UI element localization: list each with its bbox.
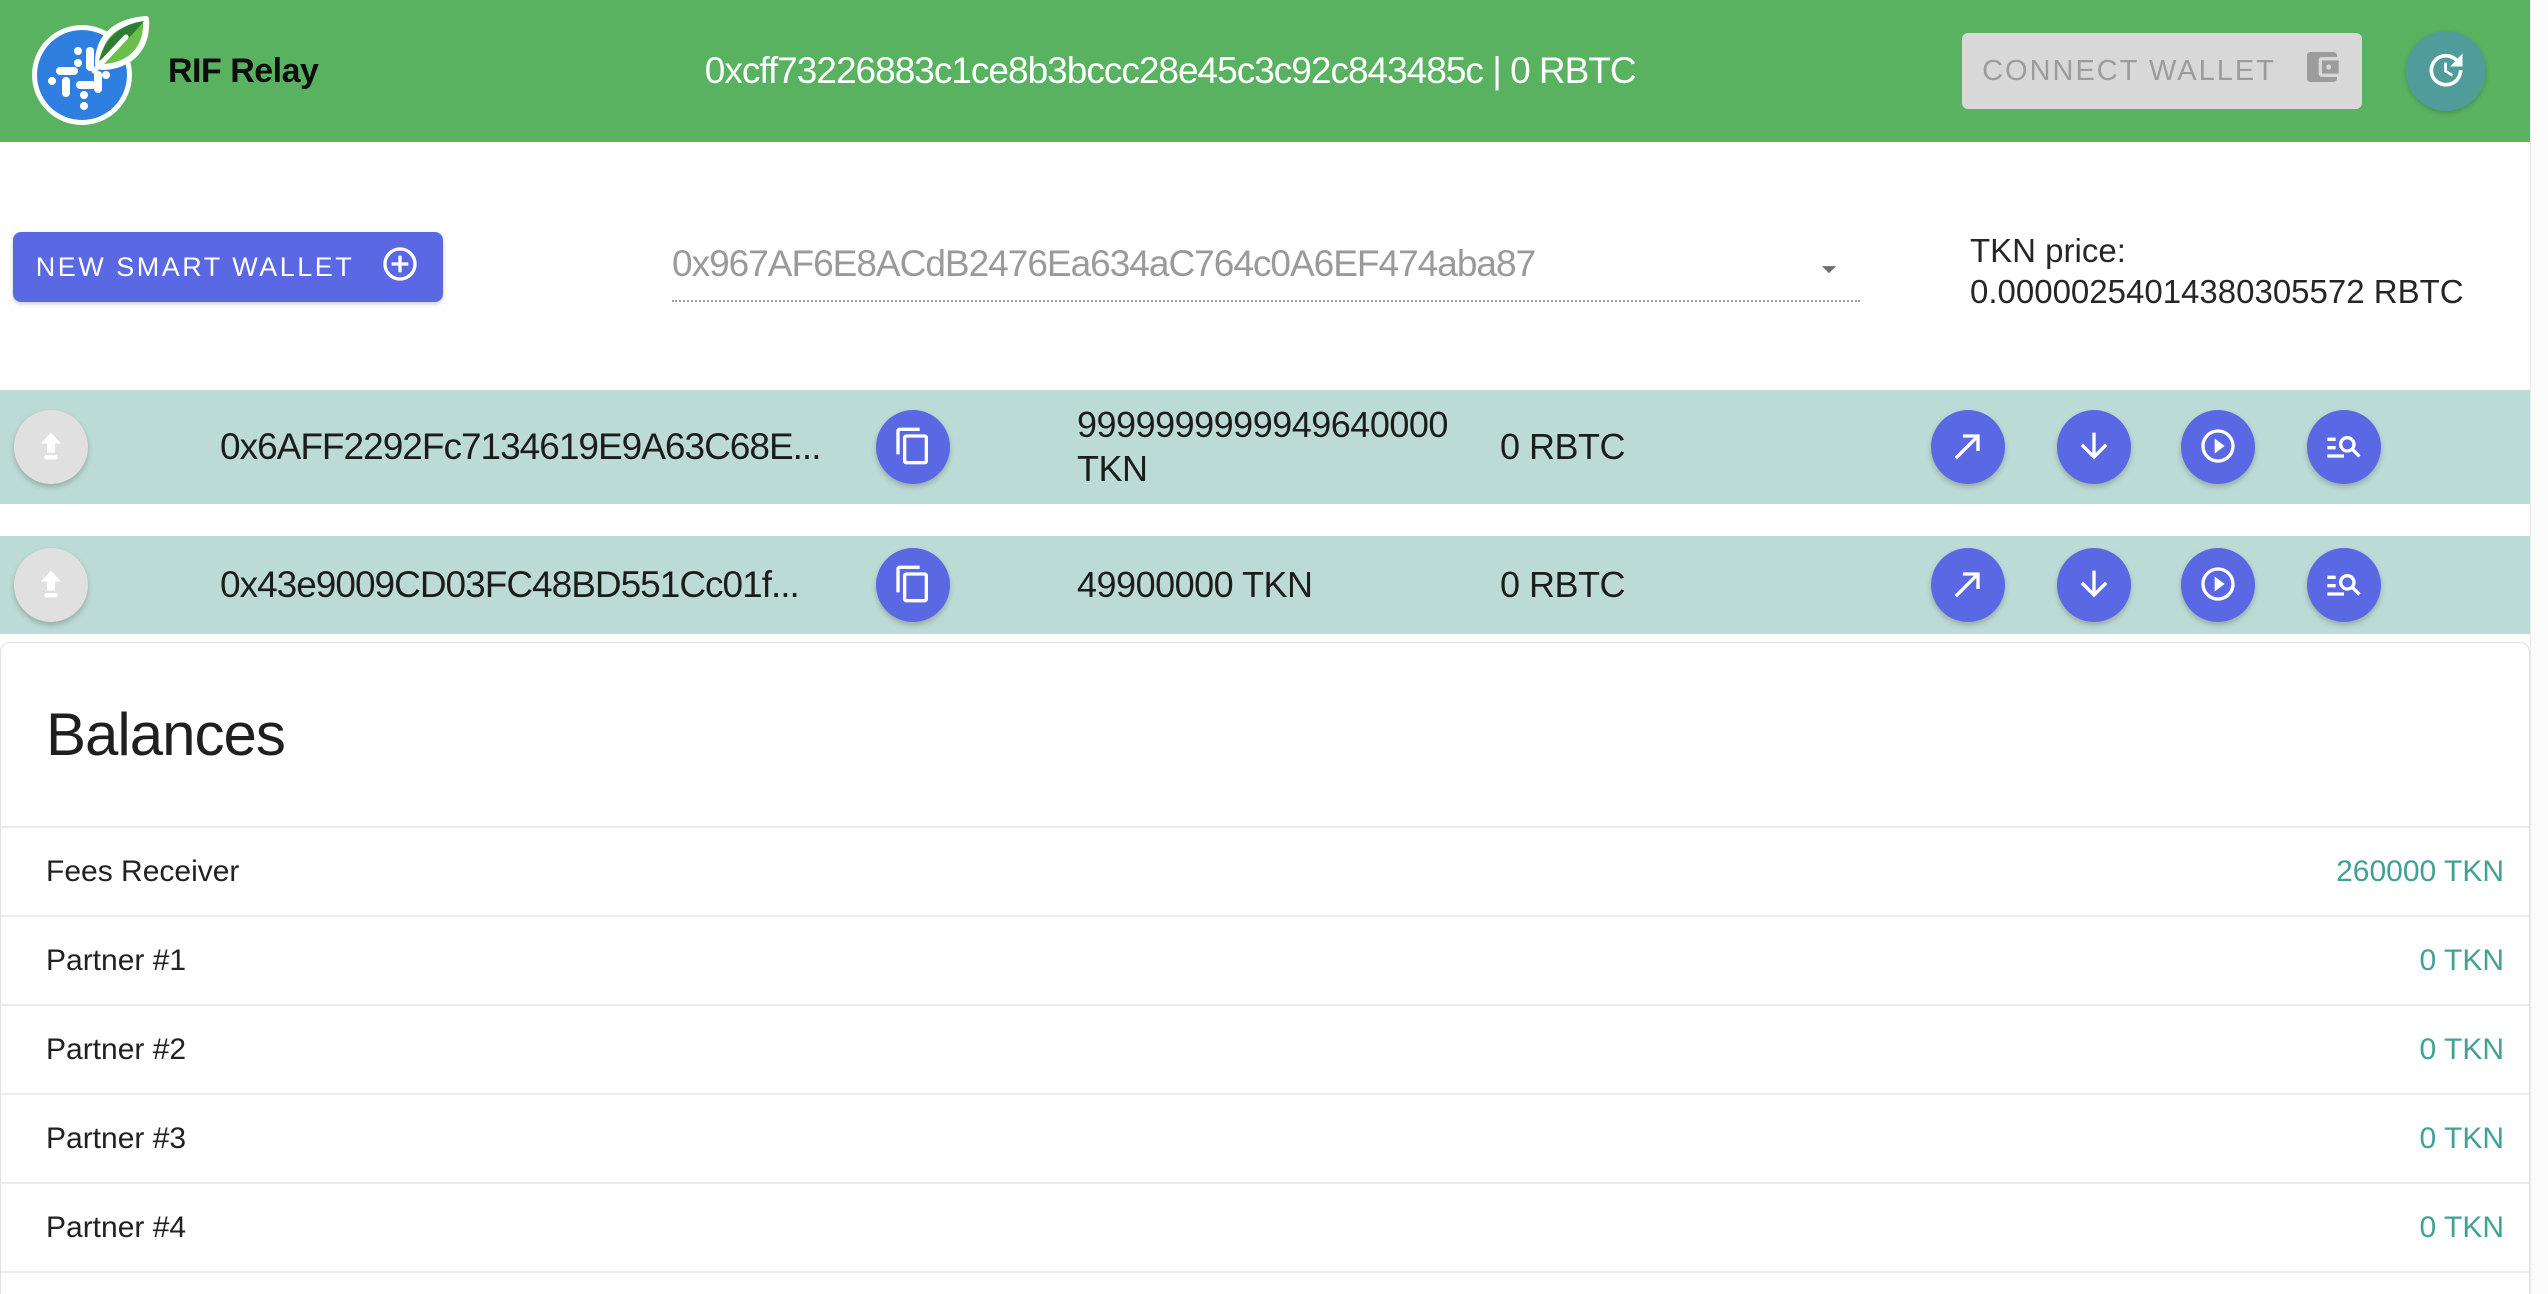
balances-header: Balances	[1, 643, 2529, 826]
rbtc-balance: 0 RBTC	[1500, 564, 1625, 606]
smart-wallet-address: 0x6AFF2292Fc7134619E9A63C68E...	[220, 426, 820, 468]
smart-wallet-row: 0x6AFF2292Fc7134619E9A63C68E... 99999999…	[0, 390, 2530, 504]
balance-label: Partner #3	[46, 1122, 186, 1156]
app-title: RIF Relay	[168, 52, 318, 91]
inspect-transactions-button[interactable]	[2307, 548, 2381, 622]
balance-row: Fees Receiver 260000 TKN	[1, 826, 2529, 915]
balance-value: 0 TKN	[2420, 944, 2504, 978]
rbtc-balance: 0 RBTC	[1500, 426, 1625, 468]
balance-row: Partner #3 0 TKN	[1, 1093, 2529, 1182]
new-smart-wallet-button[interactable]: NEW SMART WALLET	[13, 232, 443, 302]
receive-button[interactable]	[2057, 410, 2131, 484]
connect-wallet-label: CONNECT WALLET	[1982, 55, 2276, 88]
token-price: TKN price: 0.00000254014380305572 RBTC	[1970, 230, 2464, 312]
leaf-icon	[94, 19, 146, 71]
rif-relay-app: RIF Relay 0xcff73226883c1ce8b3bccc28e45c…	[0, 0, 2548, 1294]
token-balance: 49900000 TKN	[1077, 563, 1487, 607]
execute-button[interactable]	[2181, 548, 2255, 622]
plus-circle-icon	[380, 244, 420, 291]
copy-address-button[interactable]	[876, 410, 950, 484]
balance-row: Partner #1 0 TKN	[1, 915, 2529, 1004]
deploy-wallet-button[interactable]	[14, 548, 88, 622]
manage-search-icon	[2324, 564, 2364, 607]
transfer-button[interactable]	[1931, 410, 2005, 484]
balance-value: 260000 TKN	[2336, 855, 2504, 889]
token-price-value: 0.00000254014380305572 RBTC	[1970, 271, 2464, 312]
balance-label: Partner #1	[46, 944, 186, 978]
balance-label: Partner #4	[46, 1211, 186, 1245]
arrow-up-right-icon	[1948, 426, 1988, 469]
play-circle-icon	[2198, 426, 2238, 469]
token-price-label: TKN price:	[1970, 230, 2464, 271]
transfer-button[interactable]	[1931, 548, 2005, 622]
update-clock-refresh-icon	[2424, 48, 2468, 95]
smart-wallet-select[interactable]: 0x967AF6E8ACdB2476Ea634aC764c0A6EF474aba…	[672, 228, 1860, 302]
arrow-down-icon	[2074, 564, 2114, 607]
smart-wallet-address: 0x43e9009CD03FC48BD551Cc01f...	[220, 564, 799, 606]
content-copy-icon	[893, 564, 933, 607]
smart-wallet-row: 0x43e9009CD03FC48BD551Cc01f... 49900000 …	[0, 536, 2530, 634]
balance-row: Partner #2 0 TKN	[1, 1004, 2529, 1093]
rif-relay-logo	[28, 11, 154, 135]
balance-value: 0 TKN	[2420, 1122, 2504, 1156]
manage-search-icon	[2324, 426, 2364, 469]
upload-deploy-icon	[31, 564, 71, 607]
balance-value: 0 TKN	[2420, 1033, 2504, 1067]
receive-button[interactable]	[2057, 548, 2131, 622]
balances-title: Balances	[46, 700, 285, 769]
wallet-icon	[2302, 47, 2342, 95]
balance-label: Fees Receiver	[46, 855, 239, 889]
deploy-wallet-button[interactable]	[14, 410, 88, 484]
refresh-button[interactable]	[2406, 31, 2486, 111]
connect-wallet-button[interactable]: CONNECT WALLET	[1962, 33, 2362, 109]
balance-value: 0 TKN	[2420, 1211, 2504, 1245]
arrow-down-icon	[2074, 426, 2114, 469]
execute-button[interactable]	[2181, 410, 2255, 484]
balance-label: Partner #2	[46, 1033, 186, 1067]
play-circle-icon	[2198, 564, 2238, 607]
upload-deploy-icon	[31, 426, 71, 469]
balance-row: Partner #4 0 TKN	[1, 1182, 2529, 1271]
content-copy-icon	[893, 426, 933, 469]
app-header: RIF Relay 0xcff73226883c1ce8b3bccc28e45c…	[0, 0, 2530, 142]
scrollbar[interactable]	[2530, 0, 2548, 1294]
connected-account-info: 0xcff73226883c1ce8b3bccc28e45c3c92c84348…	[318, 50, 1962, 92]
inspect-transactions-button[interactable]	[2307, 410, 2381, 484]
copy-address-button[interactable]	[876, 548, 950, 622]
chevron-down-icon	[1812, 252, 1846, 291]
token-balance: 9999999999949640000 TKN	[1077, 403, 1487, 491]
balances-card: Balances Fees Receiver 260000 TKN Partne…	[0, 642, 2530, 1294]
smart-wallet-select-value: 0x967AF6E8ACdB2476Ea634aC764c0A6EF474aba…	[672, 243, 1535, 285]
balances-footer	[1, 1271, 2529, 1294]
new-smart-wallet-label: NEW SMART WALLET	[36, 252, 355, 283]
arrow-up-right-icon	[1948, 564, 1988, 607]
